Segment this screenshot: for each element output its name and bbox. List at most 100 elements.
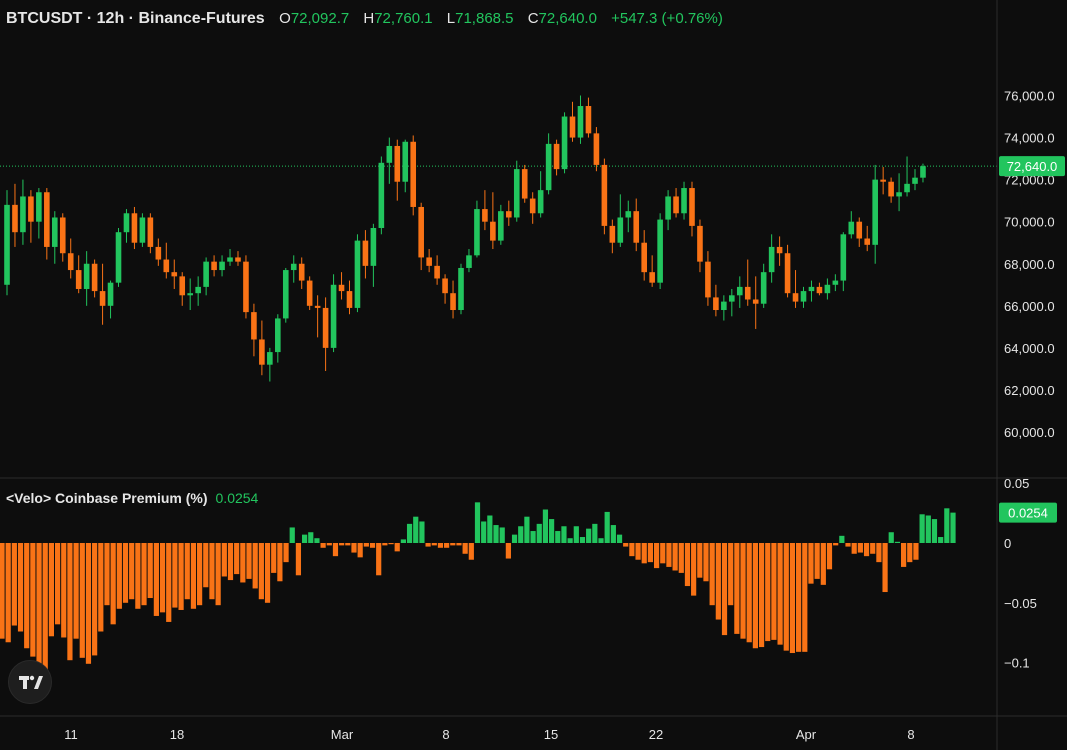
premium-bar	[672, 543, 678, 571]
premium-bar	[0, 543, 5, 639]
premium-bar	[851, 543, 857, 554]
premium-bar	[215, 543, 221, 606]
premium-bar	[789, 543, 796, 654]
symbol-title[interactable]: BTCUSDT · 12h · Binance-Futures	[6, 10, 265, 27]
premium-bar	[746, 543, 752, 643]
candle-body	[490, 221, 496, 241]
candle-body	[776, 246, 783, 254]
premium-bar	[592, 523, 598, 543]
premium-bar	[129, 543, 135, 600]
premium-bar	[301, 534, 308, 543]
premium-bar	[549, 519, 555, 543]
premium-bar	[518, 526, 524, 543]
premium-bar	[845, 543, 851, 547]
candle-body	[673, 196, 679, 214]
premium-bar	[703, 543, 709, 582]
premium-bar	[796, 543, 802, 652]
candle-body	[314, 305, 321, 308]
premium-bar	[339, 543, 345, 546]
chart-header: BTCUSDT · 12h · Binance-Futures O72,092.…	[6, 10, 733, 28]
time-tick-label: 22	[649, 727, 663, 742]
candle-body	[75, 270, 82, 289]
premium-bar	[833, 543, 839, 546]
candle-body	[792, 293, 799, 302]
premium-bar	[85, 543, 92, 664]
premium-bar	[783, 543, 789, 651]
premium-bar	[320, 543, 326, 548]
premium-bar	[36, 543, 42, 669]
high-value: 72,760.1	[374, 10, 433, 27]
candle-body	[243, 261, 249, 313]
candle-body	[482, 209, 488, 222]
premium-bar	[277, 543, 283, 582]
candle-body	[856, 221, 863, 239]
ohlc-readout: O72,092.7 H72,760.1 L71,868.5 C72,640.0 …	[279, 10, 733, 27]
candle-body	[362, 240, 369, 266]
candle-body	[282, 270, 289, 319]
candle-body	[561, 116, 568, 170]
premium-bar	[863, 543, 870, 557]
premium-bar	[728, 543, 734, 606]
premium-bar	[536, 523, 542, 543]
premium-bar	[573, 526, 579, 543]
premium-bar	[808, 543, 814, 584]
candle-body	[211, 261, 217, 271]
premium-bar	[721, 543, 728, 636]
candle-body	[800, 291, 807, 302]
premium-bar	[487, 515, 493, 543]
premium-bar	[771, 543, 777, 640]
premium-bar	[870, 543, 876, 554]
tradingview-logo-icon[interactable]	[8, 660, 52, 704]
candle-body	[290, 263, 297, 271]
candle-body	[147, 217, 154, 247]
candle-body	[259, 339, 265, 365]
candle-body	[649, 272, 655, 283]
high-label: H	[363, 10, 375, 27]
premium-bars	[0, 502, 956, 677]
candle-body	[155, 246, 162, 260]
candle-body	[354, 240, 361, 308]
premium-bar	[240, 543, 246, 583]
candle-body	[203, 261, 209, 287]
low-value: 71,868.5	[455, 10, 514, 27]
candle-body	[593, 133, 600, 165]
premium-bar	[474, 502, 481, 543]
premium-bar	[153, 543, 159, 616]
premium-bar	[363, 543, 369, 547]
candle-body	[721, 301, 727, 311]
candle-body	[577, 106, 584, 138]
premium-bar	[314, 538, 320, 543]
last-price-label: 72,640.0	[1007, 159, 1058, 174]
premium-bar	[61, 543, 67, 638]
time-tick-label: Mar	[331, 727, 354, 742]
premium-bar	[92, 543, 98, 656]
premium-bar	[351, 543, 357, 553]
price-tick-label: 62,000.0	[1004, 383, 1055, 398]
premium-bar	[752, 543, 758, 649]
candle-body	[51, 217, 58, 247]
candle-body	[641, 242, 647, 273]
candle-body	[251, 312, 257, 340]
premium-bar	[450, 543, 456, 546]
premium-bar	[54, 543, 61, 625]
candle-body	[28, 196, 34, 222]
indicator-legend[interactable]: <Velo> Coinbase Premium (%) 0.0254	[6, 490, 258, 506]
premium-bar	[67, 543, 73, 661]
premium-bar	[919, 514, 925, 543]
candle-body	[227, 257, 233, 262]
candle-body	[59, 217, 66, 254]
candle-body	[888, 181, 894, 197]
premium-bar	[264, 543, 271, 603]
low-label: L	[446, 10, 456, 27]
premium-bar	[357, 543, 363, 558]
price-tick-label: 74,000.0	[1004, 131, 1055, 146]
premium-bar	[73, 543, 79, 639]
premium-bar	[814, 543, 820, 579]
open-value: 72,092.7	[290, 10, 350, 27]
candle-body	[458, 267, 464, 311]
premium-bar	[406, 523, 413, 543]
candle-body	[816, 286, 823, 294]
close-label: C	[527, 10, 539, 27]
premium-bar	[197, 543, 203, 606]
time-tick-label: 18	[170, 727, 184, 742]
